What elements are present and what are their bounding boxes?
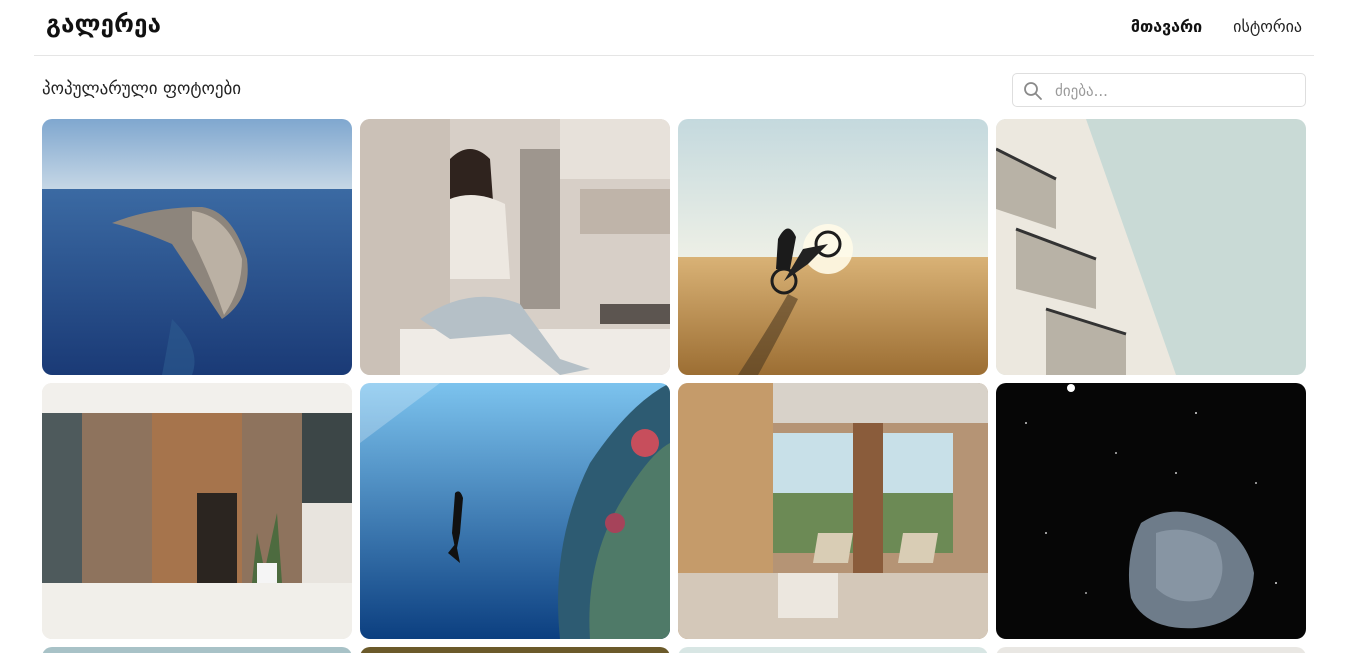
photo-card-freediver[interactable] xyxy=(360,383,670,639)
photo-card-partial-2[interactable] xyxy=(360,647,670,653)
asteroid-image xyxy=(996,383,1306,639)
island-image xyxy=(42,119,352,375)
photo-card-woman-kitchen[interactable] xyxy=(360,119,670,375)
photo-card-partial-1[interactable] xyxy=(42,647,352,653)
interior-image xyxy=(678,383,988,639)
photo-card-partial-3[interactable] xyxy=(678,647,988,653)
photo-card-motorcycle-beach[interactable] xyxy=(678,119,988,375)
search-box xyxy=(1012,73,1306,107)
kitchen-image xyxy=(360,119,670,375)
site-logo[interactable]: გალერეა xyxy=(46,10,161,38)
motorcycle-image xyxy=(678,119,988,375)
nav-item-home[interactable]: მთავარი xyxy=(1131,17,1202,36)
photo-card-stone-house[interactable] xyxy=(42,383,352,639)
photo-card-island[interactable] xyxy=(42,119,352,375)
stone-house-image xyxy=(42,383,352,639)
nav-item-history[interactable]: ისტორია xyxy=(1233,17,1302,36)
photo-card-building[interactable] xyxy=(996,119,1306,375)
search-input[interactable] xyxy=(1053,79,1297,103)
section-title: პოპულარული ფოტოები xyxy=(42,79,242,99)
main-nav: მთავარი ისტორია xyxy=(1131,17,1302,36)
building-image xyxy=(996,119,1306,375)
photo-card-interior[interactable] xyxy=(678,383,988,639)
top-header: გალერეა მთავარი ისტორია xyxy=(34,0,1314,56)
photo-card-partial-4[interactable] xyxy=(996,647,1306,653)
gallery-page: გალერეა მთავარი ისტორია პოპულარული ფოტოე… xyxy=(0,0,1352,653)
photo-card-asteroid[interactable] xyxy=(996,383,1306,639)
photo-grid xyxy=(42,119,1306,639)
freediver-image xyxy=(360,383,670,639)
search-icon xyxy=(1024,82,1042,100)
